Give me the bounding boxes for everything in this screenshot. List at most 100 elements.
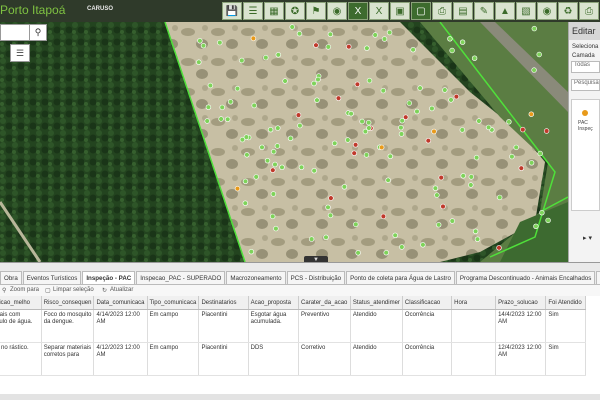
report-icon[interactable]: ▤ — [453, 2, 473, 20]
map-point[interactable] — [289, 24, 295, 30]
map-point[interactable] — [328, 195, 334, 201]
column-header[interactable]: Tipo_comunicaca — [147, 296, 200, 310]
map-point[interactable] — [259, 144, 265, 151]
map-point[interactable] — [434, 192, 440, 198]
column-header[interactable]: Data_comunicaca — [93, 296, 148, 310]
map-point[interactable] — [386, 29, 393, 36]
refresh-icon[interactable]: ↻ — [102, 287, 107, 294]
column-header[interactable]: Foi Atendido — [545, 296, 586, 310]
clear-icon[interactable]: ▢ — [45, 287, 51, 294]
map-point[interactable] — [425, 137, 431, 144]
map-point[interactable] — [528, 160, 535, 166]
map-point[interactable] — [398, 124, 404, 131]
map-point[interactable] — [315, 76, 321, 83]
recycle-icon[interactable]: ♻ — [558, 2, 578, 20]
map-point[interactable] — [267, 126, 274, 133]
map-point[interactable] — [346, 44, 352, 50]
map-point[interactable] — [383, 250, 389, 256]
map-point[interactable] — [392, 232, 398, 239]
map-point[interactable] — [341, 184, 348, 190]
map-point[interactable] — [449, 47, 455, 54]
map-point[interactable] — [251, 102, 257, 109]
map-point[interactable] — [351, 150, 357, 156]
tab-4[interactable]: Macrozoneamento — [226, 271, 286, 284]
map-point[interactable] — [270, 167, 276, 173]
map-search-input[interactable] — [0, 24, 30, 41]
map-point[interactable] — [272, 161, 278, 168]
map-point[interactable] — [539, 210, 545, 216]
map-point[interactable] — [364, 45, 370, 51]
map-point[interactable] — [327, 31, 334, 37]
grid-icon[interactable]: ▦ — [264, 2, 284, 20]
map-point[interactable] — [414, 108, 420, 115]
layers-icon[interactable]: ☰ — [10, 44, 30, 62]
column-header[interactable]: Risco_consequen — [41, 296, 95, 310]
map-point[interactable] — [248, 249, 255, 255]
map-point[interactable] — [242, 178, 249, 185]
map-point[interactable] — [485, 124, 492, 131]
map-point[interactable] — [352, 142, 359, 148]
map-point[interactable] — [323, 234, 329, 241]
map-point[interactable] — [297, 122, 303, 129]
excel-icon[interactable]: X — [369, 2, 389, 20]
map-point[interactable] — [528, 111, 534, 117]
pdf-icon[interactable]: ▲ — [495, 2, 515, 20]
map-point[interactable] — [537, 150, 543, 157]
map-point[interactable] — [440, 203, 446, 210]
map-point[interactable] — [531, 67, 537, 73]
map-point[interactable] — [270, 213, 276, 220]
map-point[interactable] — [460, 173, 466, 179]
map-point[interactable] — [327, 212, 334, 219]
map-point[interactable] — [207, 82, 214, 89]
panel-search-input[interactable]: Pesquisa — [571, 79, 600, 91]
print-icon[interactable]: ⎙ — [432, 2, 452, 20]
map-point[interactable] — [372, 32, 378, 38]
map-point[interactable] — [472, 228, 479, 235]
map-point[interactable] — [366, 119, 372, 126]
map-point[interactable] — [335, 95, 342, 101]
map-point[interactable] — [271, 148, 277, 155]
map-point[interactable] — [366, 77, 373, 84]
map-point[interactable] — [218, 116, 224, 122]
map-point[interactable] — [273, 225, 279, 232]
map-point[interactable] — [275, 125, 281, 131]
map-point[interactable] — [355, 250, 361, 256]
map-point[interactable] — [313, 42, 319, 48]
map-point[interactable] — [399, 244, 405, 250]
file-icon[interactable]: ▧ — [516, 2, 536, 20]
map-point[interactable] — [420, 242, 426, 248]
column-header[interactable]: escricao_melho — [0, 296, 42, 310]
map-point[interactable] — [253, 174, 259, 180]
globe-icon[interactable]: ◉ — [327, 2, 347, 20]
map-point[interactable] — [387, 153, 393, 160]
map-point[interactable] — [196, 59, 202, 65]
excel-icon[interactable]: X — [348, 2, 368, 20]
map-point[interactable] — [353, 221, 359, 228]
map-point[interactable] — [270, 191, 277, 197]
map-point[interactable] — [442, 87, 448, 93]
map-point[interactable] — [417, 85, 423, 91]
map-point[interactable] — [243, 134, 250, 140]
map-point[interactable] — [204, 118, 210, 124]
map-point[interactable] — [359, 118, 365, 125]
zoom-button[interactable]: Zoom para — [10, 287, 39, 293]
map-point[interactable] — [432, 185, 439, 191]
map-view[interactable] — [0, 22, 568, 262]
map-point[interactable] — [380, 213, 387, 220]
map-point[interactable] — [219, 104, 225, 111]
map-point[interactable] — [345, 137, 351, 143]
map-point[interactable] — [447, 36, 453, 42]
map-point[interactable] — [298, 164, 305, 171]
map-point[interactable] — [468, 182, 474, 188]
map-point[interactable] — [287, 135, 294, 142]
map-point[interactable] — [227, 99, 234, 105]
column-header[interactable]: Classificacao — [402, 296, 453, 310]
map-point[interactable] — [536, 51, 542, 58]
map-point[interactable] — [348, 110, 354, 117]
column-header[interactable]: Carater_da_acao — [298, 296, 351, 310]
map-point[interactable] — [531, 25, 537, 32]
column-header[interactable]: Status_atendimer — [350, 296, 403, 310]
map-point[interactable] — [497, 194, 503, 201]
map-point[interactable] — [274, 143, 281, 149]
panel-nav-arrows[interactable]: ▸ ▾ — [583, 234, 592, 242]
